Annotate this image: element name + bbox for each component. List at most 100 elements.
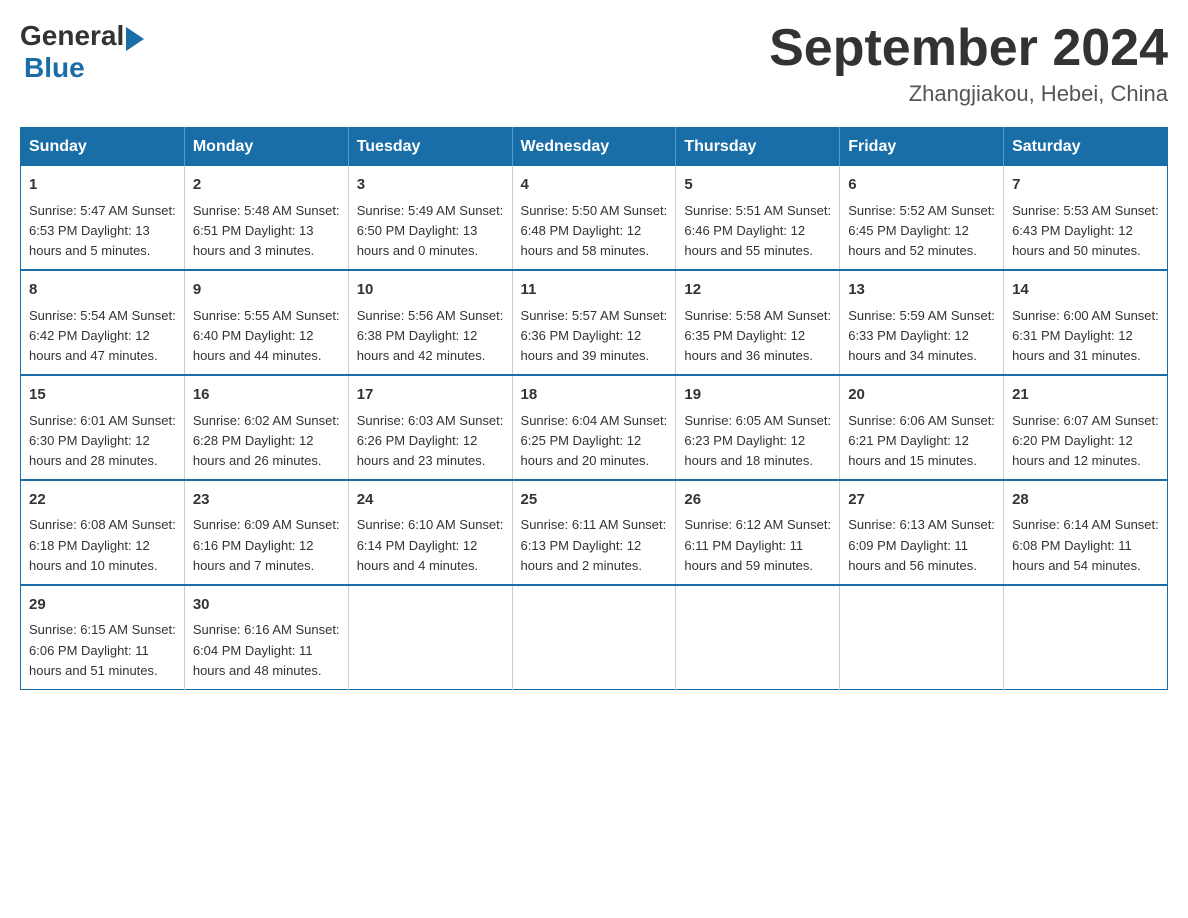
day-info: Sunrise: 6:10 AM Sunset: 6:14 PM Dayligh… — [357, 515, 504, 575]
day-of-week-header: Saturday — [1004, 128, 1168, 167]
day-number: 29 — [29, 594, 176, 617]
day-of-week-header: Monday — [184, 128, 348, 167]
calendar-empty-cell — [348, 585, 512, 689]
day-of-week-header: Wednesday — [512, 128, 676, 167]
calendar-day-cell: 12 Sunrise: 5:58 AM Sunset: 6:35 PM Dayli… — [676, 270, 840, 375]
day-info: Sunrise: 6:09 AM Sunset: 6:16 PM Dayligh… — [193, 515, 340, 575]
day-info: Sunrise: 6:12 AM Sunset: 6:11 PM Dayligh… — [684, 515, 831, 575]
calendar-day-cell: 10 Sunrise: 5:56 AM Sunset: 6:38 PM Dayli… — [348, 270, 512, 375]
calendar-week-row: 15Sunrise: 6:01 AM Sunset: 6:30 PM Dayli… — [21, 375, 1168, 480]
day-info: Sunrise: 6:11 AM Sunset: 6:13 PM Dayligh… — [521, 515, 668, 575]
calendar-day-cell: 23 Sunrise: 6:09 AM Sunset: 6:16 PM Dayli… — [184, 480, 348, 585]
day-info: Sunrise: 6:00 AM Sunset: 6:31 PM Dayligh… — [1012, 306, 1159, 366]
calendar-empty-cell — [840, 585, 1004, 689]
logo-arrow-icon — [126, 27, 144, 51]
day-number: 18 — [521, 384, 668, 407]
logo-general-text: General — [20, 20, 124, 52]
calendar-day-cell: 6 Sunrise: 5:52 AM Sunset: 6:45 PM Daylig… — [840, 166, 1004, 270]
day-info: Sunrise: 5:59 AM Sunset: 6:33 PM Dayligh… — [848, 306, 995, 366]
day-number: 15 — [29, 384, 176, 407]
day-info: Sunrise: 5:58 AM Sunset: 6:35 PM Dayligh… — [684, 306, 831, 366]
calendar-day-cell: 5Sunrise: 5:51 AM Sunset: 6:46 PM Daylig… — [676, 166, 840, 270]
day-number: 14 — [1012, 279, 1159, 302]
day-info: Sunrise: 6:03 AM Sunset: 6:26 PM Dayligh… — [357, 411, 504, 471]
calendar-day-cell: 25 Sunrise: 6:11 AM Sunset: 6:13 PM Dayli… — [512, 480, 676, 585]
calendar-day-cell: 30 Sunrise: 6:16 AM Sunset: 6:04 PM Dayli… — [184, 585, 348, 689]
calendar-day-cell: 28 Sunrise: 6:14 AM Sunset: 6:08 PM Dayli… — [1004, 480, 1168, 585]
calendar-day-cell: 9 Sunrise: 5:55 AM Sunset: 6:40 PM Daylig… — [184, 270, 348, 375]
calendar-empty-cell — [676, 585, 840, 689]
day-number: 9 — [193, 279, 340, 302]
day-number: 20 — [848, 384, 995, 407]
calendar-week-row: 22Sunrise: 6:08 AM Sunset: 6:18 PM Dayli… — [21, 480, 1168, 585]
calendar-day-cell: 26Sunrise: 6:12 AM Sunset: 6:11 PM Dayli… — [676, 480, 840, 585]
day-number: 30 — [193, 594, 340, 617]
logo: General Blue — [20, 20, 144, 84]
day-of-week-header: Tuesday — [348, 128, 512, 167]
calendar-table: SundayMondayTuesdayWednesdayThursdayFrid… — [20, 127, 1168, 690]
day-number: 17 — [357, 384, 504, 407]
calendar-day-cell: 3Sunrise: 5:49 AM Sunset: 6:50 PM Daylig… — [348, 166, 512, 270]
day-number: 4 — [521, 174, 668, 197]
day-of-week-header: Sunday — [21, 128, 185, 167]
calendar-empty-cell — [1004, 585, 1168, 689]
day-number: 12 — [684, 279, 831, 302]
day-info: Sunrise: 5:53 AM Sunset: 6:43 PM Dayligh… — [1012, 201, 1159, 261]
calendar-day-cell: 8 Sunrise: 5:54 AM Sunset: 6:42 PM Daylig… — [21, 270, 185, 375]
day-number: 6 — [848, 174, 995, 197]
day-info: Sunrise: 6:16 AM Sunset: 6:04 PM Dayligh… — [193, 620, 340, 680]
calendar-day-cell: 2 Sunrise: 5:48 AM Sunset: 6:51 PM Daylig… — [184, 166, 348, 270]
day-number: 19 — [684, 384, 831, 407]
logo-blue-text: Blue — [24, 52, 144, 84]
day-info: Sunrise: 5:50 AM Sunset: 6:48 PM Dayligh… — [521, 201, 668, 261]
title-section: September 2024 Zhangjiakou, Hebei, China — [769, 20, 1168, 107]
day-number: 5 — [684, 174, 831, 197]
day-number: 24 — [357, 489, 504, 512]
month-title: September 2024 — [769, 20, 1168, 77]
day-info: Sunrise: 6:05 AM Sunset: 6:23 PM Dayligh… — [684, 411, 831, 471]
day-number: 13 — [848, 279, 995, 302]
calendar-header-row: SundayMondayTuesdayWednesdayThursdayFrid… — [21, 128, 1168, 167]
day-info: Sunrise: 5:48 AM Sunset: 6:51 PM Dayligh… — [193, 201, 340, 261]
day-info: Sunrise: 6:15 AM Sunset: 6:06 PM Dayligh… — [29, 620, 176, 680]
calendar-day-cell: 16 Sunrise: 6:02 AM Sunset: 6:28 PM Dayli… — [184, 375, 348, 480]
day-info: Sunrise: 5:49 AM Sunset: 6:50 PM Dayligh… — [357, 201, 504, 261]
location: Zhangjiakou, Hebei, China — [769, 81, 1168, 107]
calendar-empty-cell — [512, 585, 676, 689]
calendar-day-cell: 13 Sunrise: 5:59 AM Sunset: 6:33 PM Dayli… — [840, 270, 1004, 375]
day-info: Sunrise: 5:52 AM Sunset: 6:45 PM Dayligh… — [848, 201, 995, 261]
calendar-day-cell: 4 Sunrise: 5:50 AM Sunset: 6:48 PM Daylig… — [512, 166, 676, 270]
day-info: Sunrise: 6:13 AM Sunset: 6:09 PM Dayligh… — [848, 515, 995, 575]
day-info: Sunrise: 6:02 AM Sunset: 6:28 PM Dayligh… — [193, 411, 340, 471]
calendar-day-cell: 24 Sunrise: 6:10 AM Sunset: 6:14 PM Dayli… — [348, 480, 512, 585]
day-number: 27 — [848, 489, 995, 512]
calendar-day-cell: 7Sunrise: 5:53 AM Sunset: 6:43 PM Daylig… — [1004, 166, 1168, 270]
day-number: 8 — [29, 279, 176, 302]
calendar-day-cell: 22Sunrise: 6:08 AM Sunset: 6:18 PM Dayli… — [21, 480, 185, 585]
day-info: Sunrise: 6:04 AM Sunset: 6:25 PM Dayligh… — [521, 411, 668, 471]
calendar-day-cell: 21Sunrise: 6:07 AM Sunset: 6:20 PM Dayli… — [1004, 375, 1168, 480]
day-info: Sunrise: 6:08 AM Sunset: 6:18 PM Dayligh… — [29, 515, 176, 575]
day-info: Sunrise: 6:14 AM Sunset: 6:08 PM Dayligh… — [1012, 515, 1159, 575]
day-number: 2 — [193, 174, 340, 197]
page-header: General Blue September 2024 Zhangjiakou,… — [20, 20, 1168, 107]
day-info: Sunrise: 6:06 AM Sunset: 6:21 PM Dayligh… — [848, 411, 995, 471]
day-info: Sunrise: 5:54 AM Sunset: 6:42 PM Dayligh… — [29, 306, 176, 366]
day-number: 21 — [1012, 384, 1159, 407]
day-info: Sunrise: 5:56 AM Sunset: 6:38 PM Dayligh… — [357, 306, 504, 366]
day-number: 16 — [193, 384, 340, 407]
day-of-week-header: Friday — [840, 128, 1004, 167]
calendar-day-cell: 29 Sunrise: 6:15 AM Sunset: 6:06 PM Dayli… — [21, 585, 185, 689]
day-number: 28 — [1012, 489, 1159, 512]
day-of-week-header: Thursday — [676, 128, 840, 167]
day-number: 25 — [521, 489, 668, 512]
calendar-week-row: 29 Sunrise: 6:15 AM Sunset: 6:06 PM Dayli… — [21, 585, 1168, 689]
calendar-day-cell: 20 Sunrise: 6:06 AM Sunset: 6:21 PM Dayli… — [840, 375, 1004, 480]
calendar-day-cell: 11Sunrise: 5:57 AM Sunset: 6:36 PM Dayli… — [512, 270, 676, 375]
day-info: Sunrise: 5:55 AM Sunset: 6:40 PM Dayligh… — [193, 306, 340, 366]
day-number: 10 — [357, 279, 504, 302]
calendar-day-cell: 15Sunrise: 6:01 AM Sunset: 6:30 PM Dayli… — [21, 375, 185, 480]
calendar-day-cell: 17 Sunrise: 6:03 AM Sunset: 6:26 PM Dayli… — [348, 375, 512, 480]
day-number: 23 — [193, 489, 340, 512]
calendar-day-cell: 14 Sunrise: 6:00 AM Sunset: 6:31 PM Dayli… — [1004, 270, 1168, 375]
